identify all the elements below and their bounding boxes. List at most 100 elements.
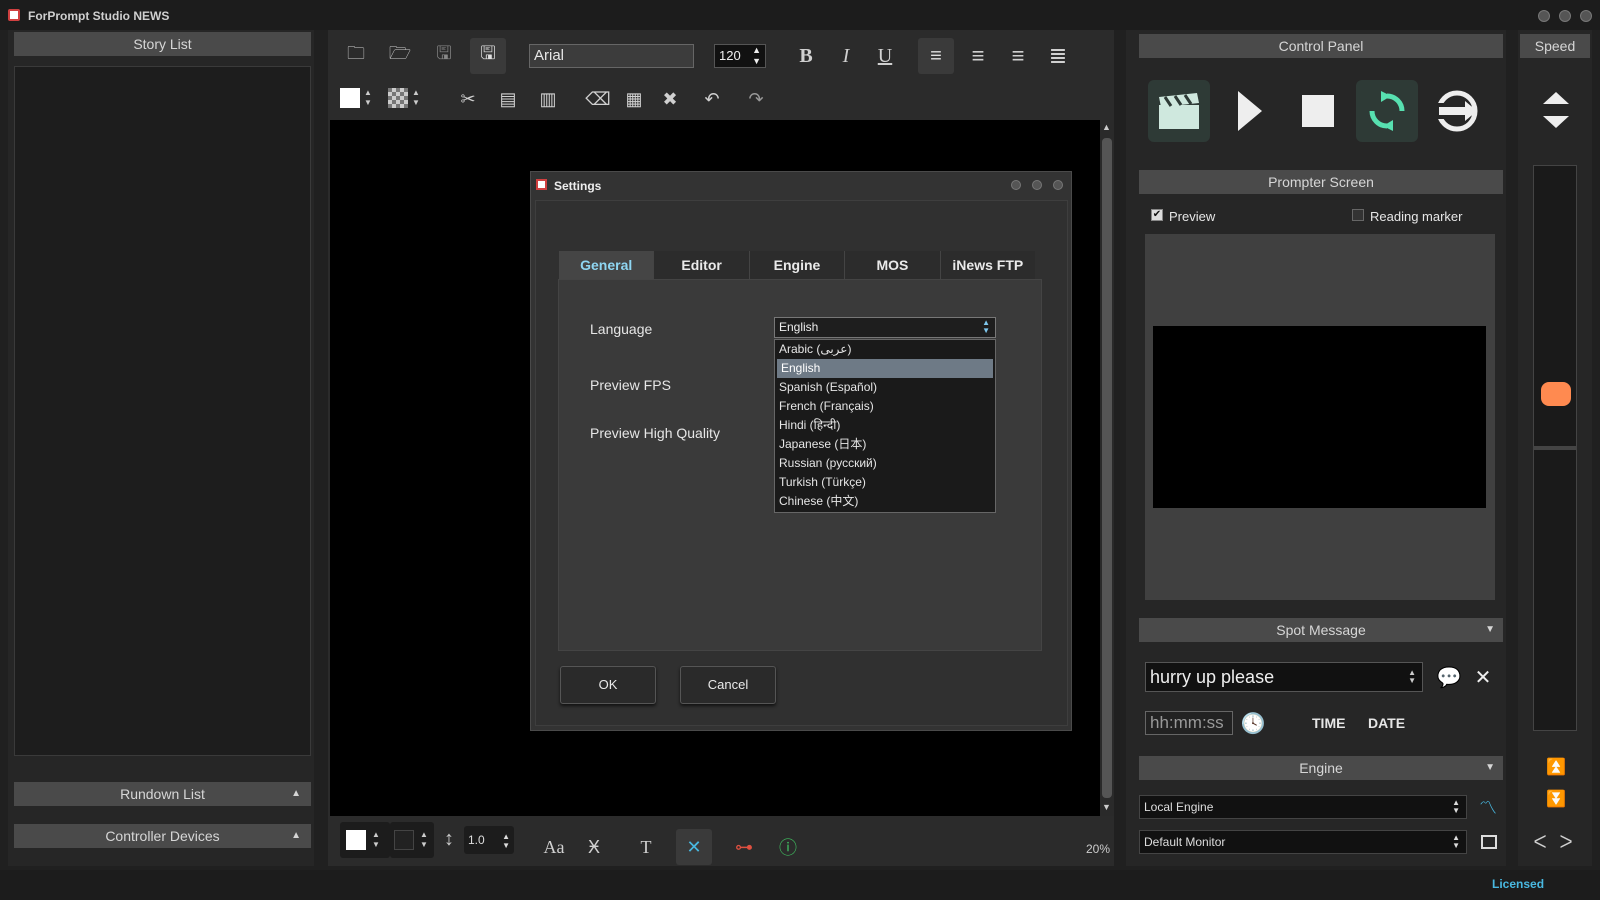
bold-button[interactable]: B xyxy=(790,40,822,72)
collapse-up-icon[interactable]: ▲ xyxy=(291,782,301,806)
cancel-button[interactable]: Cancel xyxy=(680,666,776,704)
align-right-icon[interactable]: ≡ xyxy=(1002,40,1034,72)
language-option[interactable]: Chinese (中文) xyxy=(775,492,995,511)
maximize-button[interactable] xyxy=(1559,10,1571,22)
tab-mos[interactable]: MOS xyxy=(845,251,941,279)
spinner-icon[interactable]: ▲ ▼ xyxy=(372,830,380,850)
language-option[interactable]: Japanese (日本) xyxy=(775,435,995,454)
engine-select[interactable]: Local Engine ▲ ▼ xyxy=(1139,795,1467,819)
language-option[interactable]: French (Français) xyxy=(775,397,995,416)
background-color-picker[interactable]: ▲ ▼ xyxy=(390,822,434,858)
document-icon[interactable]: ▦ xyxy=(618,83,650,115)
font-size-input[interactable]: 120 ▲ ▼ xyxy=(714,44,766,68)
loop-icon[interactable] xyxy=(1356,80,1418,142)
tab-engine[interactable]: Engine xyxy=(749,251,846,279)
story-list-header[interactable]: Story List xyxy=(14,32,311,56)
italic-button[interactable]: I xyxy=(830,40,862,72)
next-icon[interactable] xyxy=(1426,80,1488,142)
time-input[interactable]: hh:mm:ss xyxy=(1145,711,1233,735)
align-left-icon[interactable]: ≡ xyxy=(918,38,954,74)
engine-header[interactable]: Engine ▼ xyxy=(1139,756,1503,780)
save-icon[interactable]: 🖫 xyxy=(428,40,460,72)
date-button[interactable]: DATE xyxy=(1368,715,1405,731)
text-tool-button[interactable]: T xyxy=(630,831,662,863)
text-color-picker[interactable]: ▲ ▼ xyxy=(340,822,390,858)
speed-up-down-icon[interactable] xyxy=(1536,86,1576,134)
chevron-left-icon[interactable]: ᐸ xyxy=(1530,832,1550,852)
text-size-button[interactable]: Aa xyxy=(538,831,570,863)
dialog-minimize-button[interactable] xyxy=(1011,180,1021,190)
jump-top-icon[interactable]: ⏫ xyxy=(1540,756,1572,778)
tab-editor[interactable]: Editor xyxy=(654,251,750,279)
copy-icon[interactable]: ▤ xyxy=(492,83,524,115)
clear-message-icon[interactable]: ✕ xyxy=(1470,664,1496,690)
text-color-swatch[interactable] xyxy=(340,88,360,108)
spinner-icon[interactable]: ▲ ▼ xyxy=(420,830,428,850)
play-icon[interactable] xyxy=(1218,80,1280,142)
settings-tools-icon[interactable]: ✕ xyxy=(676,829,712,865)
minimize-button[interactable] xyxy=(1538,10,1550,22)
clock-icon[interactable]: 🕓 xyxy=(1240,710,1266,736)
tab-general[interactable]: General xyxy=(559,251,655,279)
spot-message-input[interactable]: hurry up please ▲ ▼ xyxy=(1145,662,1423,692)
delete-icon[interactable]: ✖ xyxy=(654,83,686,115)
language-option[interactable]: Hindi (हिन्दी) xyxy=(775,416,995,435)
key-icon[interactable]: ⊶ xyxy=(728,831,760,863)
scroll-thumb[interactable] xyxy=(1102,138,1112,798)
controller-devices-header[interactable]: Controller Devices ▲ xyxy=(14,824,311,848)
dialog-maximize-button[interactable] xyxy=(1032,180,1042,190)
reading-marker-checkbox[interactable] xyxy=(1352,209,1364,221)
background-color-swatch[interactable] xyxy=(388,88,408,108)
eraser-icon[interactable]: ⌫ xyxy=(582,83,614,115)
spot-message-header[interactable]: Spot Message ▼ xyxy=(1139,618,1503,642)
clapperboard-icon[interactable] xyxy=(1148,80,1210,142)
scroll-up-icon[interactable]: ▲ xyxy=(1102,122,1111,132)
language-select[interactable]: English ▲ ▼ xyxy=(774,317,996,338)
spinner-icon[interactable]: ▲ ▼ xyxy=(364,88,372,108)
undo-icon[interactable]: ↶ xyxy=(696,83,728,115)
spinner-icon[interactable]: ▲ ▼ xyxy=(412,88,420,108)
story-list[interactable] xyxy=(14,66,311,756)
ok-button[interactable]: OK xyxy=(560,666,656,704)
stop-icon[interactable] xyxy=(1287,80,1349,142)
send-message-icon[interactable]: 💬 xyxy=(1436,664,1462,690)
monitor-icon[interactable] xyxy=(1481,835,1497,849)
font-family-input[interactable]: Arial xyxy=(529,44,694,68)
chevron-down-icon[interactable]: ▼ xyxy=(1485,618,1495,642)
collapse-up-icon[interactable]: ▲ xyxy=(291,824,301,848)
cut-icon[interactable]: ✂ xyxy=(452,83,484,115)
dropdown-arrows-icon[interactable]: ▲ ▼ xyxy=(982,319,990,335)
line-spacing-input[interactable]: 1.0 ▲ ▼ xyxy=(464,826,514,854)
dialog-close-button[interactable] xyxy=(1053,180,1063,190)
language-option[interactable]: Spanish (Español) xyxy=(775,378,995,397)
language-option[interactable]: Turkish (Türkçe) xyxy=(775,473,995,492)
close-button[interactable] xyxy=(1580,10,1592,22)
speed-slider-handle[interactable] xyxy=(1541,382,1571,406)
redo-icon[interactable]: ↷ xyxy=(740,83,772,115)
language-option[interactable]: English xyxy=(777,359,993,378)
monitor-select[interactable]: Default Monitor ▲ ▼ xyxy=(1139,830,1467,854)
info-icon[interactable]: ⓘ xyxy=(772,831,804,863)
spinner-icon[interactable]: ▲ ▼ xyxy=(1408,669,1416,685)
scroll-down-icon[interactable]: ▼ xyxy=(1102,802,1111,812)
rundown-list-header[interactable]: Rundown List ▲ xyxy=(14,782,311,806)
time-button[interactable]: TIME xyxy=(1312,715,1345,731)
chevron-down-icon[interactable]: ▼ xyxy=(1485,756,1495,780)
align-justify-icon[interactable]: ≣ xyxy=(1042,40,1074,72)
mirror-icon[interactable]: Ӿ xyxy=(578,831,610,863)
open-folder-icon[interactable]: 🗁 xyxy=(384,40,416,72)
spinner-icon[interactable]: ▲ ▼ xyxy=(1452,799,1460,815)
align-center-icon[interactable]: ≡ xyxy=(962,40,994,72)
spinner-icon[interactable]: ▲ ▼ xyxy=(1452,834,1460,850)
connection-icon[interactable]: 〽 xyxy=(1476,795,1500,819)
new-file-icon[interactable]: 🗀 xyxy=(340,40,372,72)
spinner-icon[interactable]: ▲ ▼ xyxy=(752,45,761,67)
tab-inews-ftp[interactable]: iNews FTP xyxy=(940,251,1036,279)
chevron-right-icon[interactable]: ᐳ xyxy=(1556,832,1576,852)
spinner-icon[interactable]: ▲ ▼ xyxy=(502,832,510,850)
underline-button[interactable]: U xyxy=(869,40,901,72)
language-option[interactable]: Russian (русский) xyxy=(775,454,995,473)
paste-icon[interactable]: ▥ xyxy=(532,83,564,115)
jump-bottom-icon[interactable]: ⏬ xyxy=(1540,788,1572,810)
language-option[interactable]: Arabic (عربى) xyxy=(775,340,995,359)
